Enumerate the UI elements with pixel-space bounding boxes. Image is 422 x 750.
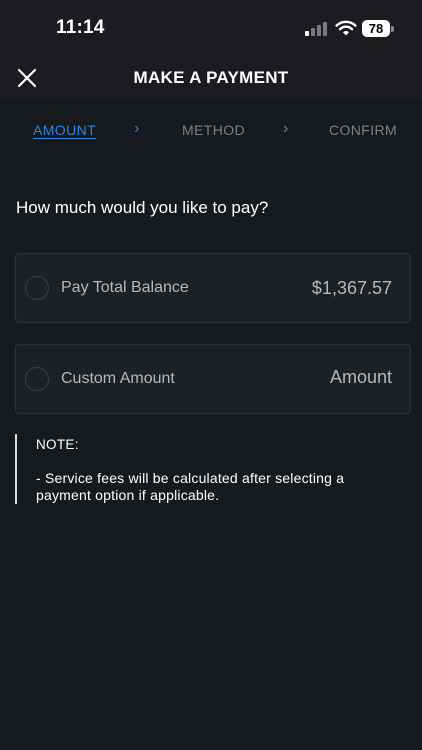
battery-tip	[391, 26, 394, 32]
fee-note: NOTE: - Service fees will be calculated …	[15, 434, 387, 504]
payment-stepper: AMOUNT › METHOD › CONFIRM	[0, 100, 422, 160]
note-body: - Service fees will be calculated after …	[36, 470, 345, 503]
custom-amount-label: Custom Amount	[61, 370, 175, 387]
header: MAKE A PAYMENT	[0, 56, 422, 100]
wifi-icon	[335, 20, 357, 36]
pay-total-balance-option[interactable]: Pay Total Balance $1,367.57	[15, 253, 411, 323]
custom-amount-radio[interactable]	[25, 367, 49, 391]
chevron-right-icon: ›	[283, 120, 289, 137]
page-title: MAKE A PAYMENT	[133, 68, 289, 87]
step-method[interactable]: METHOD	[182, 122, 245, 138]
step-confirm[interactable]: CONFIRM	[329, 122, 397, 138]
custom-amount-option[interactable]: Custom Amount	[15, 344, 411, 414]
battery-icon: 78	[362, 20, 390, 37]
status-bar: 11:14 78	[0, 0, 422, 56]
note-title: NOTE:	[36, 437, 79, 452]
status-time: 11:14	[56, 17, 105, 38]
amount-question: How much would you like to pay?	[16, 198, 269, 217]
custom-amount-input[interactable]	[252, 367, 392, 388]
chevron-right-icon: ›	[134, 120, 140, 137]
step-amount[interactable]: AMOUNT	[33, 122, 96, 138]
pay-total-balance-radio[interactable]	[25, 276, 49, 300]
total-balance-value: $1,367.57	[311, 278, 392, 298]
cellular-signal-icon	[305, 22, 329, 36]
pay-total-balance-label: Pay Total Balance	[61, 279, 189, 296]
custom-amount-field-wrap	[252, 367, 392, 388]
